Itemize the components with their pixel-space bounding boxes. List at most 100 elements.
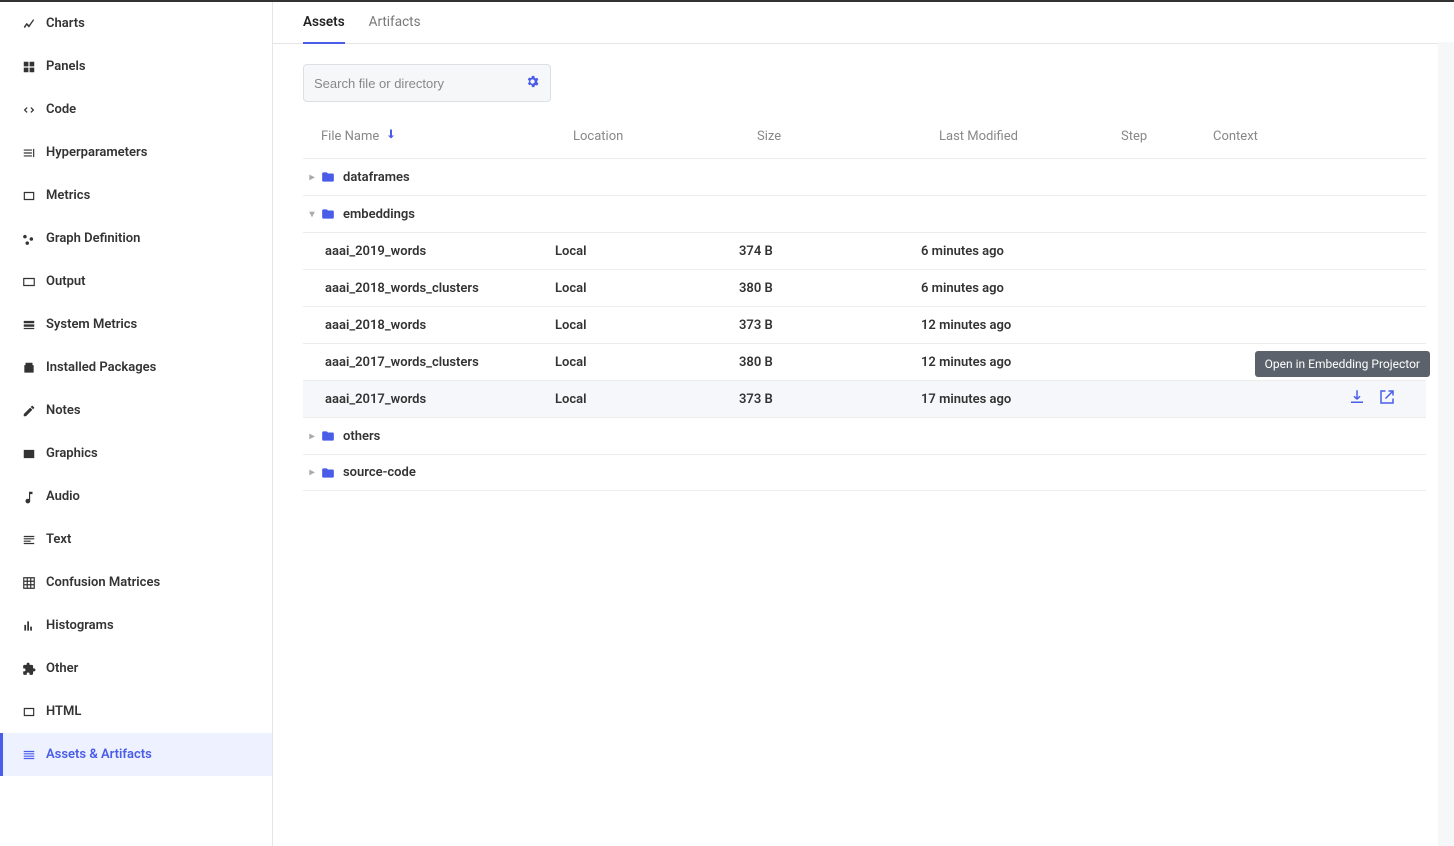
- folder-row[interactable]: ▾embeddings: [303, 195, 1426, 232]
- sidebar-item-label: Confusion Matrices: [46, 575, 160, 590]
- graph-definition-icon: [22, 232, 36, 246]
- file-name: aaai_2019_words: [325, 244, 426, 259]
- panels-icon: [22, 60, 36, 74]
- sidebar-item-charts[interactable]: Charts: [0, 2, 272, 45]
- file-name: aaai_2018_words_clusters: [325, 281, 479, 296]
- sidebar-item-confusion-matrices[interactable]: Confusion Matrices: [0, 561, 272, 604]
- sidebar-item-graph-definition[interactable]: Graph Definition: [0, 217, 272, 260]
- scrollbar[interactable]: [1438, 42, 1454, 846]
- download-icon[interactable]: [1348, 388, 1366, 410]
- file-row[interactable]: aaai_2017_wordsLocal373 B17 minutes ago: [303, 380, 1426, 417]
- notes-icon: [22, 404, 36, 418]
- tooltip-open-projector: Open in Embedding Projector: [1255, 351, 1430, 377]
- sidebar-item-label: Graph Definition: [46, 231, 140, 246]
- sidebar-item-other[interactable]: Other: [0, 647, 272, 690]
- tab-assets[interactable]: Assets: [303, 2, 345, 44]
- col-step[interactable]: Step: [1121, 129, 1213, 144]
- other-icon: [22, 662, 36, 676]
- sidebar-item-label: Metrics: [46, 188, 90, 203]
- cell-location: Local: [555, 281, 739, 296]
- cell-size: 373 B: [739, 392, 921, 407]
- folder-icon: [321, 207, 335, 222]
- search-input[interactable]: [314, 76, 525, 91]
- sidebar-item-installed-packages[interactable]: Installed Packages: [0, 346, 272, 389]
- sidebar-item-label: Output: [46, 274, 86, 289]
- text-icon: [22, 533, 36, 547]
- col-location[interactable]: Location: [573, 129, 757, 144]
- sort-down-icon: [385, 128, 397, 144]
- graphics-icon: [22, 447, 36, 461]
- folder-row[interactable]: ▸ source-code: [303, 454, 1426, 491]
- charts-icon: [22, 17, 36, 31]
- file-name: aaai_2017_words: [325, 392, 426, 407]
- folder-icon: [321, 170, 335, 185]
- sidebar-item-label: Hyperparameters: [46, 145, 147, 160]
- cell-modified: 12 minutes ago: [921, 318, 1103, 333]
- sidebar-item-text[interactable]: Text: [0, 518, 272, 561]
- chevron-down-icon[interactable]: ▾: [303, 209, 321, 220]
- table-header: File Name Location Size Last Modified St…: [303, 116, 1426, 158]
- sidebar-item-histograms[interactable]: Histograms: [0, 604, 272, 647]
- sidebar: Charts Panels Code Hyperparameters Metrics Gr…: [0, 2, 273, 846]
- installed-packages-icon: [22, 361, 36, 375]
- cell-size: 380 B: [739, 355, 921, 370]
- chevron-right-icon[interactable]: ▸: [303, 467, 321, 478]
- tab-artifacts[interactable]: Artifacts: [369, 2, 421, 43]
- sidebar-item-label: Histograms: [46, 618, 114, 633]
- file-row[interactable]: aaai_2019_wordsLocal374 B6 minutes ago: [303, 232, 1426, 269]
- tabs: Assets Artifacts: [273, 2, 1454, 44]
- sidebar-item-label: Assets & Artifacts: [46, 747, 152, 762]
- cell-location: Local: [555, 318, 739, 333]
- cell-location: Local: [555, 355, 739, 370]
- chevron-right-icon[interactable]: ▸: [303, 172, 321, 183]
- folder-name: source-code: [343, 465, 416, 480]
- sidebar-item-graphics[interactable]: Graphics: [0, 432, 272, 475]
- file-row[interactable]: aaai_2018_wordsLocal373 B12 minutes ago: [303, 306, 1426, 343]
- folder-row[interactable]: ▸others: [303, 417, 1426, 454]
- col-context[interactable]: Context: [1213, 129, 1333, 144]
- code-icon: [22, 103, 36, 117]
- sidebar-item-label: Panels: [46, 59, 86, 74]
- sidebar-item-label: System Metrics: [46, 317, 137, 332]
- folder-row[interactable]: ▸dataframes: [303, 158, 1426, 195]
- sidebar-item-label: HTML: [46, 704, 81, 719]
- sidebar-item-output[interactable]: Output: [0, 260, 272, 303]
- histograms-icon: [22, 619, 36, 633]
- cell-size: 374 B: [739, 244, 921, 259]
- sidebar-item-metrics[interactable]: Metrics: [0, 174, 272, 217]
- open-external-icon[interactable]: [1378, 388, 1396, 410]
- folder-icon: [321, 429, 335, 444]
- assets-artifacts-icon: [22, 748, 36, 762]
- col-size[interactable]: Size: [757, 129, 939, 144]
- cell-modified: 6 minutes ago: [921, 244, 1103, 259]
- sidebar-item-label: Graphics: [46, 446, 98, 461]
- cell-location: Local: [555, 392, 739, 407]
- sidebar-item-label: Installed Packages: [46, 360, 156, 375]
- sidebar-item-hyperparameters[interactable]: Hyperparameters: [0, 131, 272, 174]
- folder-icon: [321, 465, 335, 480]
- chevron-right-icon[interactable]: ▸: [303, 431, 321, 442]
- confusion-matrices-icon: [22, 576, 36, 590]
- sidebar-item-label: Code: [46, 102, 76, 117]
- sidebar-item-assets-artifacts[interactable]: Assets & Artifacts: [0, 733, 272, 776]
- sidebar-item-system-metrics[interactable]: System Metrics: [0, 303, 272, 346]
- sidebar-item-label: Charts: [46, 16, 85, 31]
- sidebar-item-label: Other: [46, 661, 78, 676]
- sidebar-item-label: Notes: [46, 403, 81, 418]
- col-file-name[interactable]: File Name: [321, 128, 573, 144]
- sidebar-item-html[interactable]: HTML: [0, 690, 272, 733]
- file-row[interactable]: aaai_2018_words_clusters Local380 B6 minu…: [303, 269, 1426, 306]
- sidebar-item-notes[interactable]: Notes: [0, 389, 272, 432]
- cell-modified: 6 minutes ago: [921, 281, 1103, 296]
- hyperparameters-icon: [22, 146, 36, 160]
- sidebar-item-code[interactable]: Code: [0, 88, 272, 131]
- main-panel: Assets Artifacts File Name Location Size …: [273, 2, 1454, 846]
- sidebar-item-panels[interactable]: Panels: [0, 45, 272, 88]
- cell-modified: 12 minutes ago: [921, 355, 1103, 370]
- sidebar-item-label: Audio: [46, 489, 80, 504]
- cell-size: 380 B: [739, 281, 921, 296]
- cell-size: 373 B: [739, 318, 921, 333]
- col-last-modified[interactable]: Last Modified: [939, 129, 1121, 144]
- gear-icon[interactable]: [525, 74, 540, 93]
- sidebar-item-audio[interactable]: Audio: [0, 475, 272, 518]
